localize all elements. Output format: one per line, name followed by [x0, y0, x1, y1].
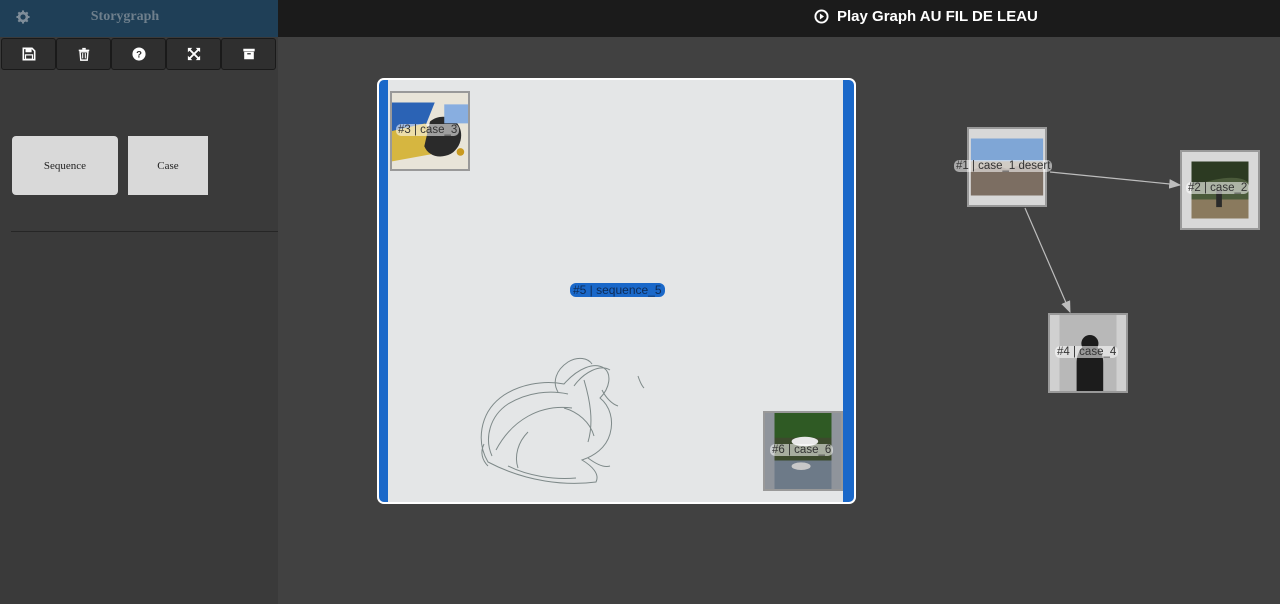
delete-button[interactable] [56, 38, 111, 70]
sidebar-divider [11, 231, 278, 232]
fullscreen-icon [187, 47, 200, 61]
trash-icon [78, 47, 89, 61]
sequence-node-type[interactable]: Sequence [12, 136, 118, 195]
help-icon: ? [131, 47, 146, 61]
case-4-label: #4 | case_4 [1055, 346, 1119, 358]
play-graph-label: Play Graph AU FIL DE LEAU [837, 8, 1038, 25]
case-1-label: #1 | case_1 desert [954, 160, 1053, 172]
case-6-label: #6 | case_6 [770, 444, 834, 456]
top-bar: Play Graph AU FIL DE LEAU [278, 0, 1280, 37]
svg-text:?: ? [136, 50, 142, 61]
help-button[interactable]: ? [111, 38, 166, 70]
fullscreen-button[interactable] [166, 38, 221, 70]
case-node-type[interactable]: Case [128, 136, 208, 195]
archive-button[interactable] [221, 38, 276, 70]
sidebar-header: Storygraph [0, 0, 278, 37]
sidebar-toolbar: ? [0, 37, 278, 71]
case-2-label: #2 | case_2 [1186, 182, 1250, 194]
play-graph-button[interactable]: Play Graph AU FIL DE LEAU [814, 8, 1038, 25]
sidebar-title: Storygraph [90, 9, 160, 24]
sidebar: Storygraph ? Sequence Case [0, 0, 278, 604]
sequence-node-label: #5 | sequence_5 [570, 283, 665, 297]
save-icon [22, 47, 35, 61]
case-3-label: #3 | case_3 [396, 124, 460, 136]
archive-icon [242, 48, 255, 60]
play-circle-icon [814, 9, 829, 24]
save-button[interactable] [1, 38, 56, 70]
